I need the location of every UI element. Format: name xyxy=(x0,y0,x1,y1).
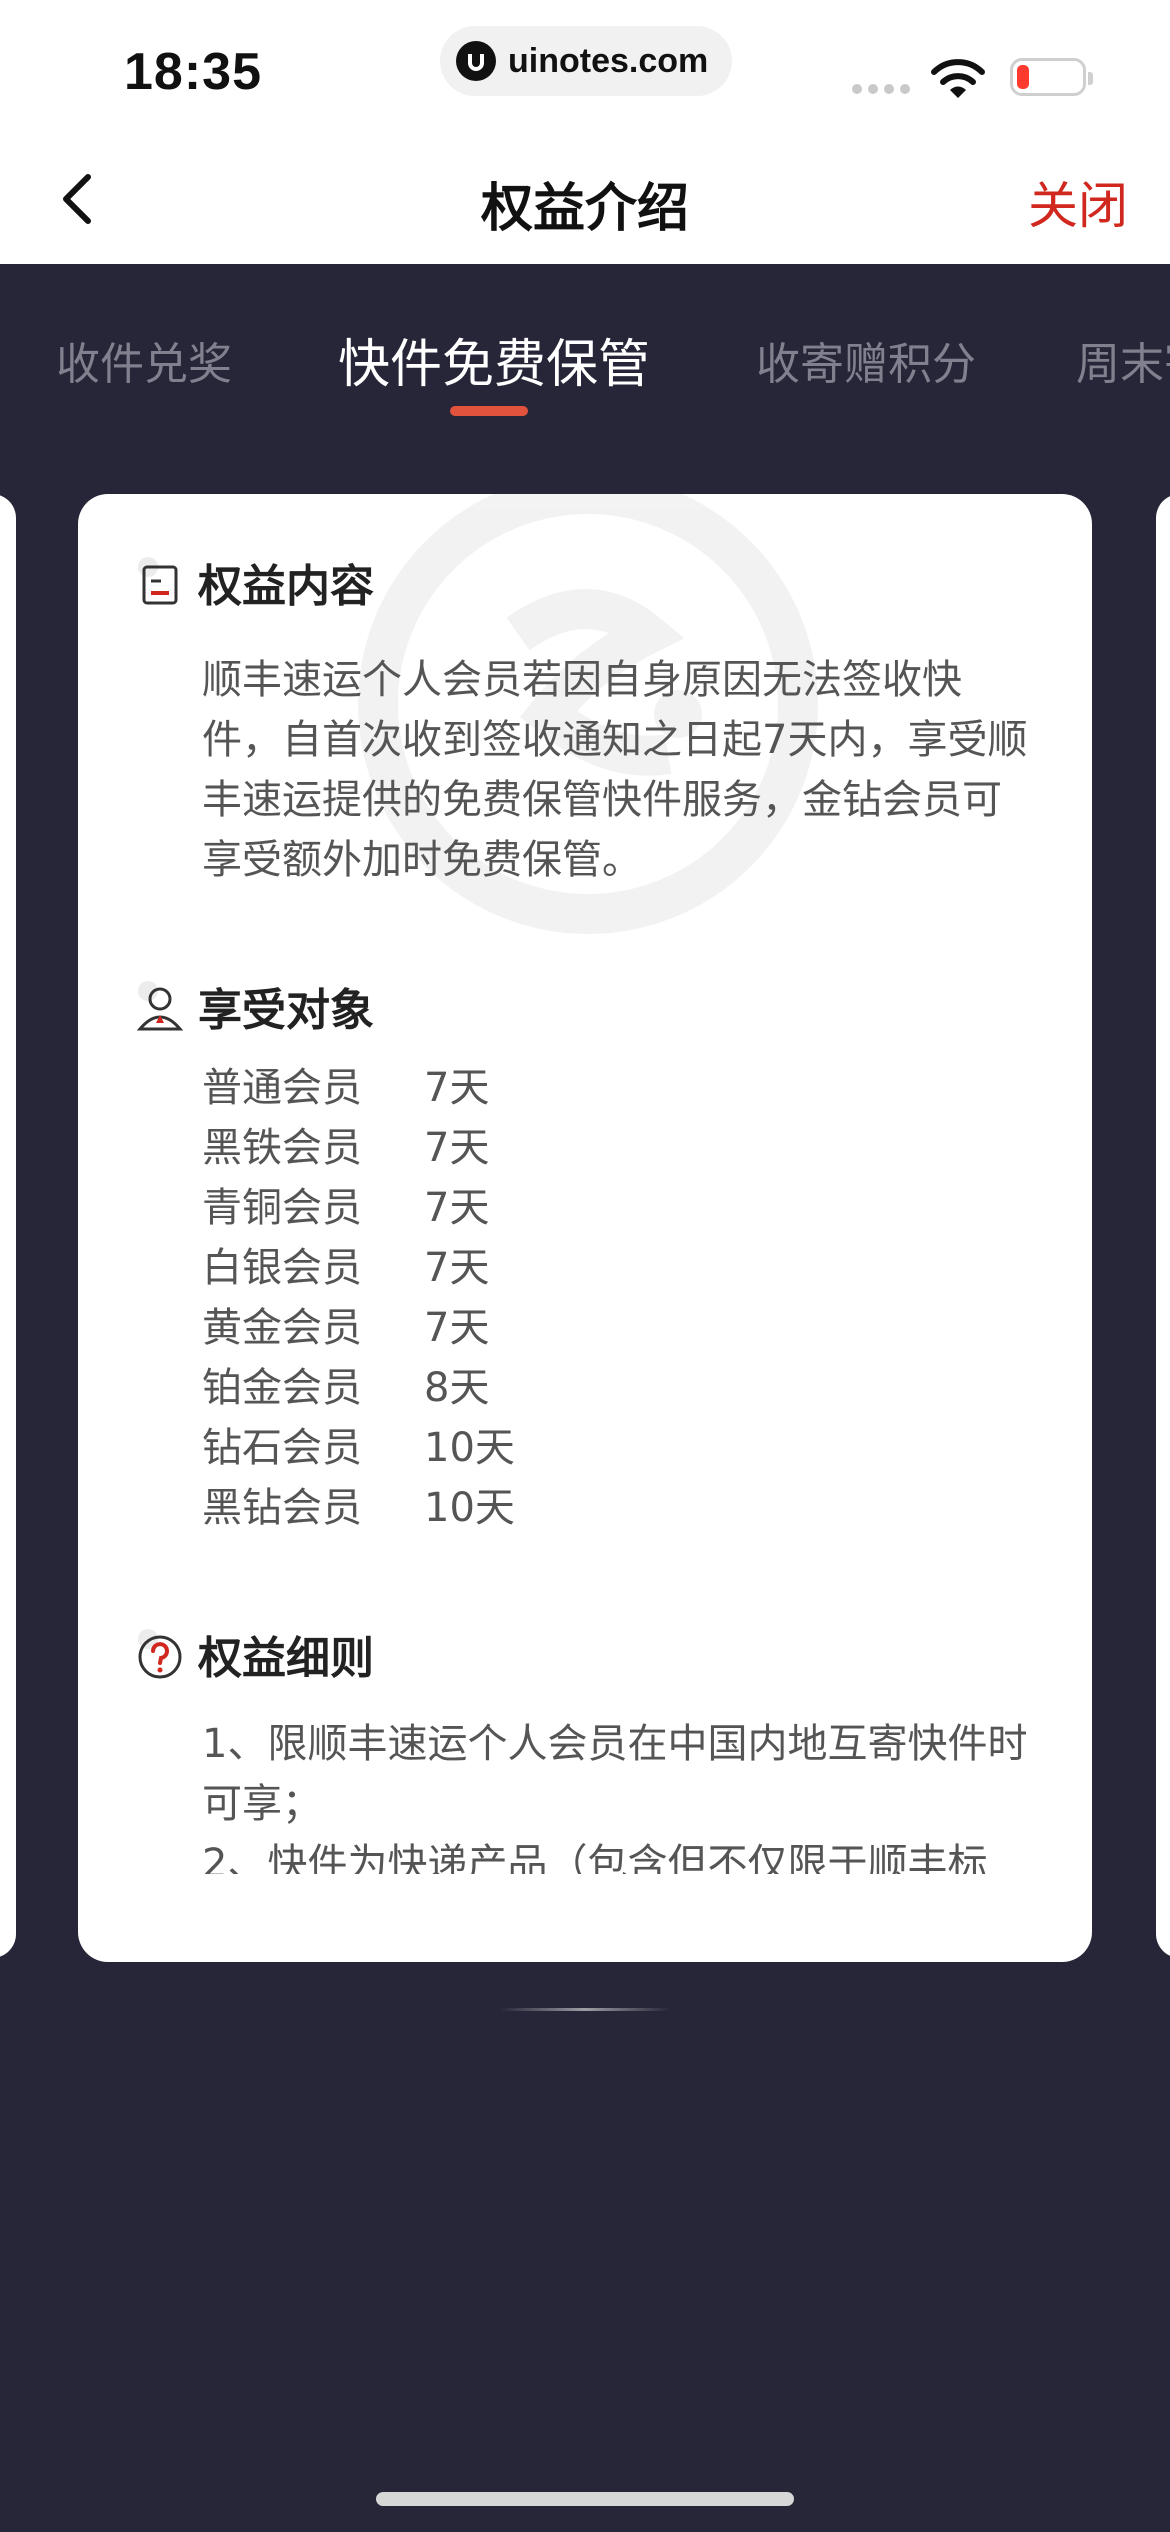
carousel-pager xyxy=(500,2008,670,2011)
member-level: 青铜会员 xyxy=(202,1185,362,1231)
page-title: 权益介绍 xyxy=(480,179,689,239)
member-days: 10天 xyxy=(424,1485,515,1531)
list-item: 黑铁会员 7天 xyxy=(202,1118,515,1178)
tab-pickup-prize[interactable]: 收件兑奖 xyxy=(56,328,232,392)
battery-icon xyxy=(1010,58,1093,96)
list-item: 青铜会员 7天 xyxy=(202,1178,515,1238)
member-days: 8天 xyxy=(424,1365,490,1411)
url-text: uinotes.com xyxy=(508,41,709,80)
site-logo-icon xyxy=(456,41,496,81)
audience-section-title: 享受对象 xyxy=(198,985,374,1036)
list-item: 钻石会员 10天 xyxy=(202,1418,515,1478)
rules-section-header: 权益细则 xyxy=(134,1622,374,1686)
member-days: 7天 xyxy=(424,1125,490,1171)
tab-active-indicator xyxy=(450,406,528,416)
url-pill[interactable]: uinotes.com xyxy=(440,26,732,96)
nav-header: 权益介绍 关闭 xyxy=(0,132,1170,264)
content-description: 顺丰速运个人会员若因自身原因无法签收快件，自首次收到签收通知之日起7天内，享受顺… xyxy=(202,657,1028,883)
wifi-icon xyxy=(931,59,985,98)
tab-free-storage[interactable]: 快件免费保管 xyxy=(338,322,650,397)
content-section-header: 权益内容 xyxy=(134,550,374,614)
status-bar: 18:35 uinotes.com xyxy=(0,0,1170,132)
list-item: 铂金会员 8天 xyxy=(202,1358,515,1418)
list-item: 普通会员 7天 xyxy=(202,1058,515,1118)
member-level: 钻石会员 xyxy=(202,1425,362,1471)
member-level: 铂金会员 xyxy=(202,1365,362,1411)
member-level: 黑铁会员 xyxy=(202,1125,362,1171)
tab-points[interactable]: 收寄赠积分 xyxy=(756,328,976,392)
member-days: 7天 xyxy=(424,1185,490,1231)
member-level: 普通会员 xyxy=(202,1065,362,1111)
list-item: 白银会员 7天 xyxy=(202,1238,515,1298)
benefit-tabs: 收件兑奖 快件免费保管 收寄赠积分 周末寄 xyxy=(0,264,1170,434)
member-level: 白银会员 xyxy=(202,1245,362,1291)
rules-list[interactable]: 1、限顺丰速运个人会员在中国内地互寄快件时可享； 2、快件为快递产品（包含但不仅… xyxy=(202,1714,1032,1874)
audience-section-header: 享受对象 xyxy=(134,974,374,1038)
tab-weekend[interactable]: 周末寄 xyxy=(1076,328,1170,392)
member-days: 7天 xyxy=(424,1305,490,1351)
member-days: 7天 xyxy=(424,1065,490,1111)
user-icon xyxy=(136,981,184,1031)
document-icon xyxy=(138,557,178,605)
help-icon xyxy=(138,1629,182,1679)
home-indicator[interactable] xyxy=(376,2492,794,2506)
prev-card[interactable] xyxy=(0,494,16,1958)
member-level: 黄金会员 xyxy=(202,1305,362,1351)
next-card[interactable] xyxy=(1156,494,1170,1958)
content-section-title: 权益内容 xyxy=(198,561,374,612)
member-days-list: 普通会员 7天 黑铁会员 7天 青铜会员 7天 白银会员 7天 黄金会员 7天 铂金会员 8… xyxy=(202,1058,515,1538)
member-level: 黑钻会员 xyxy=(202,1485,362,1531)
benefit-card: 权益内容 顺丰速运个人会员若因自身原因无法签收快件，自首次收到签收通知之日起7天… xyxy=(78,494,1092,1962)
member-days: 7天 xyxy=(424,1245,490,1291)
list-item: 黑钻会员 10天 xyxy=(202,1478,515,1538)
status-time: 18:35 xyxy=(124,43,262,101)
list-item: 黄金会员 7天 xyxy=(202,1298,515,1358)
cellular-signal-icon xyxy=(852,84,910,94)
rule-item: 2、快件为快递产品（包含但不仅限于顺丰标 xyxy=(202,1841,988,1874)
member-days: 10天 xyxy=(424,1425,515,1471)
rules-section-title: 权益细则 xyxy=(198,1633,374,1684)
rule-item: 1、限顺丰速运个人会员在中国内地互寄快件时可享； xyxy=(202,1721,1028,1827)
close-button[interactable]: 关闭 xyxy=(1028,166,1128,238)
